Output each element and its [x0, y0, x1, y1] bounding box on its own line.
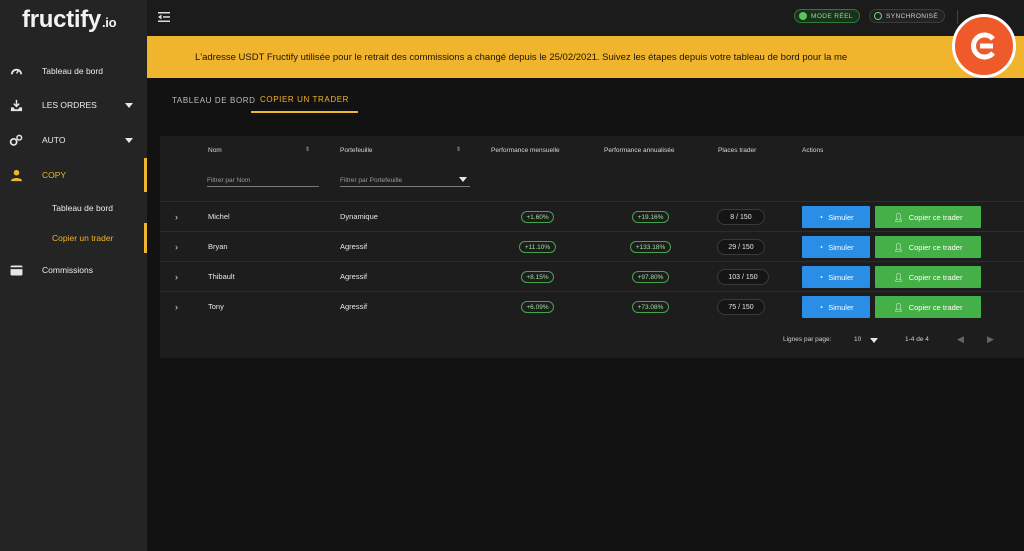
perf-monthly-badge: +8.15%: [521, 271, 554, 283]
wallet-icon: [9, 263, 23, 277]
sort-icon[interactable]: ⇕: [456, 146, 461, 153]
sidebar-item-auto[interactable]: AUTO: [0, 124, 147, 156]
sidebar-item-copy[interactable]: COPY: [0, 159, 147, 191]
divider: [957, 10, 958, 24]
cell-portfolio: Agressif: [340, 242, 368, 251]
active-indicator: [144, 223, 147, 253]
chevron-right-icon[interactable]: ›: [175, 242, 178, 252]
perf-monthly-badge: +6.09%: [521, 301, 554, 313]
sort-icon[interactable]: ⇕: [305, 146, 310, 153]
cell-portfolio: Dynamique: [340, 212, 378, 221]
copy-trader-button[interactable]: 👤︎ Copier ce trader: [875, 206, 981, 228]
tab-copy-trader[interactable]: COPIER UN TRADER: [251, 87, 359, 113]
next-page-icon[interactable]: ▶: [987, 334, 994, 345]
cell-name: Michel: [208, 212, 230, 221]
perf-annual-badge: +19.16%: [632, 211, 669, 223]
chevron-right-icon[interactable]: ›: [175, 272, 178, 282]
header-actions: Actions: [802, 147, 824, 154]
sidebar-item-dashboard[interactable]: Tableau de bord: [0, 55, 147, 87]
announcement-banner: L'adresse USDT Fructify utilisée pour le…: [147, 36, 1024, 78]
table-row: › Bryan Agressif +11.10% +133.18% 29 / 1…: [160, 231, 1024, 261]
app: fructify.io Tableau de bord LES ORDRES A…: [0, 0, 1024, 551]
gauge-icon: ◔: [818, 212, 824, 222]
filter-name-input[interactable]: Filtrer par Nom: [207, 173, 319, 187]
copy-trader-button[interactable]: 👤︎ Copier ce trader: [875, 296, 981, 318]
rows-per-page-label: Lignes par page:: [783, 336, 832, 343]
brand-badge: [952, 14, 1016, 78]
active-indicator: [144, 158, 147, 192]
check-circle-icon: [874, 12, 882, 20]
prev-page-icon[interactable]: ◀: [957, 334, 964, 345]
pagination-bar: Lignes par page: 10 1-4 de 4 ◀ ▶: [160, 330, 1024, 350]
simulate-button[interactable]: ◔ Simuler: [802, 236, 870, 258]
user-plus-icon: 👤︎: [893, 272, 904, 282]
header-name[interactable]: Nom: [208, 147, 222, 154]
places-badge: 29 / 150: [717, 239, 765, 255]
places-badge: 75 / 150: [717, 299, 765, 315]
perf-monthly-badge: +1.60%: [521, 211, 554, 223]
tab-dashboard[interactable]: TABLEAU DE BORD: [172, 87, 256, 113]
chevron-down-icon: [125, 102, 133, 108]
sidebar-item-orders[interactable]: LES ORDRES: [0, 89, 147, 121]
chevron-down-icon[interactable]: [870, 338, 878, 343]
collapse-menu-icon[interactable]: [158, 11, 170, 23]
gauge-icon: ◔: [818, 302, 824, 312]
copy-trader-button[interactable]: 👤︎ Copier ce trader: [875, 266, 981, 288]
table-row: › Tony Agressif +6.09% +73.08% 75 / 150 …: [160, 291, 1024, 321]
gauge-icon: ◔: [818, 242, 824, 252]
user-plus-icon: 👤︎: [893, 212, 904, 222]
logo[interactable]: fructify.io: [22, 6, 117, 34]
cell-name: Thibault: [208, 272, 235, 281]
perf-annual-badge: +73.08%: [632, 301, 669, 313]
table-row: › Thibault Agressif +8.15% +97.80% 103 /…: [160, 261, 1024, 291]
filter-portfolio-select[interactable]: Filtrer par Portefeuille: [340, 173, 470, 187]
simulate-button[interactable]: ◔ Simuler: [802, 296, 870, 318]
cell-name: Bryan: [208, 242, 228, 251]
sync-badge: SYNCHRONISÉ: [869, 9, 946, 23]
rocket-icon: [799, 12, 807, 20]
header-portfolio[interactable]: Portefeuille: [340, 147, 373, 154]
user-icon: [9, 168, 23, 182]
chevron-down-icon: [125, 137, 133, 143]
mode-badge[interactable]: MODE RÉEL: [794, 9, 860, 23]
header-places: Places trader: [718, 147, 757, 154]
chevron-right-icon[interactable]: ›: [175, 212, 178, 222]
page-range: 1-4 de 4: [905, 336, 929, 343]
gauge-icon: ◔: [818, 272, 824, 282]
sidebar-item-commissions[interactable]: Commissions: [0, 254, 147, 286]
sidebar-subitem-copy-trader[interactable]: Copier un trader: [52, 233, 113, 243]
perf-monthly-badge: +11.10%: [519, 241, 556, 253]
sidebar-subitem-dashboard[interactable]: Tableau de bord: [52, 203, 113, 213]
places-badge: 103 / 150: [717, 269, 769, 285]
rows-per-page-select[interactable]: 10: [854, 336, 861, 343]
perf-annual-badge: +97.80%: [632, 271, 669, 283]
simulate-button[interactable]: ◔ Simuler: [802, 206, 870, 228]
topbar: MODE RÉEL SYNCHRONISÉ: [147, 0, 1024, 36]
user-plus-icon: 👤︎: [893, 302, 904, 312]
traders-table: Nom ⇕ Portefeuille ⇕ Performance mensuel…: [160, 136, 1024, 358]
simulate-button[interactable]: ◔ Simuler: [802, 266, 870, 288]
sidebar: fructify.io Tableau de bord LES ORDRES A…: [0, 0, 147, 551]
gears-icon: [9, 133, 23, 147]
chevron-down-icon: [459, 177, 467, 182]
cell-name: Tony: [208, 302, 224, 311]
table-row: › Michel Dynamique +1.60% +19.16% 8 / 15…: [160, 201, 1024, 231]
header-monthly: Performance mensuelle: [491, 147, 560, 154]
speedometer-icon: [9, 64, 23, 78]
copy-trader-button[interactable]: 👤︎ Copier ce trader: [875, 236, 981, 258]
cell-portfolio: Agressif: [340, 272, 368, 281]
cell-portfolio: Agressif: [340, 302, 368, 311]
chevron-right-icon[interactable]: ›: [175, 302, 178, 312]
places-badge: 8 / 150: [717, 209, 765, 225]
perf-annual-badge: +133.18%: [630, 241, 671, 253]
download-tray-icon: [9, 98, 23, 112]
header-annual: Performance annualisée: [604, 147, 675, 154]
brand-logo-icon: [971, 32, 995, 60]
user-plus-icon: 👤︎: [893, 242, 904, 252]
